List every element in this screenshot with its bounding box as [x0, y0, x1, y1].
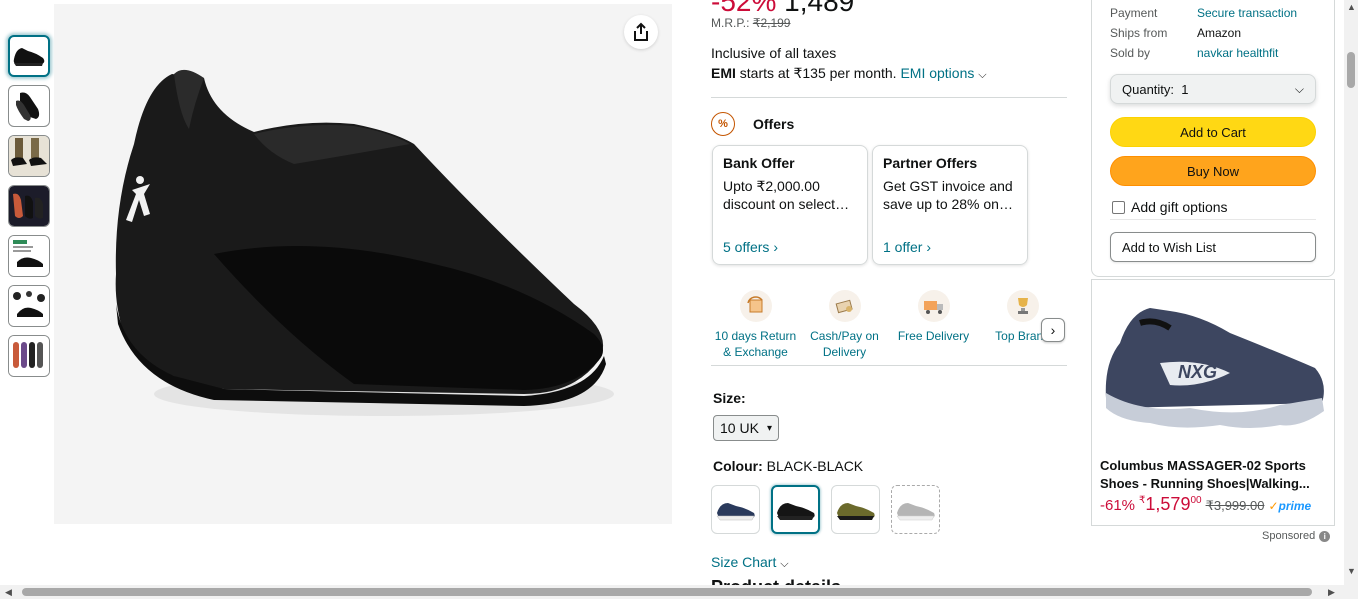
payment-row: Payment Secure transaction	[1110, 6, 1297, 20]
thumbnail-2[interactable]	[8, 85, 50, 127]
offers-title: Offers	[753, 116, 795, 132]
divider	[711, 365, 1067, 366]
features-next-button[interactable]: ›	[1041, 318, 1065, 342]
offer-card-desc: Get GST invoice and save up to 28% on…	[883, 178, 1013, 212]
chevron-down-icon: ▾	[766, 422, 772, 434]
ad-logo-text: NXG	[1178, 362, 1217, 382]
horizontal-scrollbar[interactable]: ◀ ▶	[0, 585, 1344, 599]
quantity-value: Quantity: 1	[1122, 81, 1189, 97]
feature-free-delivery[interactable]: Free Delivery	[889, 286, 978, 366]
add-to-cart-button[interactable]: Add to Cart	[1110, 117, 1316, 147]
share-icon	[634, 22, 648, 41]
chevron-right-icon: ›	[1050, 322, 1056, 338]
colour-value: BLACK-BLACK	[766, 458, 864, 474]
vertical-scrollbar[interactable]: ▲ ▼	[1344, 0, 1358, 599]
ad-product-image[interactable]: NXG	[1100, 288, 1328, 438]
scroll-left-icon[interactable]: ◀	[5, 587, 12, 598]
thumbnail-list	[8, 35, 52, 385]
ships-from-value: Amazon	[1197, 26, 1242, 40]
return-icon	[739, 290, 772, 322]
divider	[711, 97, 1067, 98]
ships-from-key: Ships from	[1110, 26, 1168, 40]
gift-checkbox[interactable]	[1112, 200, 1125, 214]
chevron-down-icon: ⌵	[978, 69, 987, 81]
ships-from-row: Ships from Amazon	[1110, 26, 1241, 40]
thumbnail-6[interactable]	[8, 285, 50, 327]
prime-check-icon: ✓	[1268, 499, 1279, 513]
thumbnail-7[interactable]	[8, 335, 50, 377]
colour-label: Colour: BLACK-BLACK	[713, 458, 863, 474]
offers-header: % Offers	[711, 112, 794, 136]
emi-info: EMI starts at ₹135 per month. EMI option…	[711, 65, 987, 82]
add-to-wish-list-button[interactable]: Add to Wish List	[1110, 232, 1316, 262]
prime-badge: ✓prime	[1268, 499, 1312, 513]
chevron-down-icon: ⌵	[1294, 81, 1304, 96]
delivery-truck-icon	[917, 290, 950, 322]
product-page: -52% 1,489 M.R.P.: ₹2,199 Inclusive of a…	[0, 0, 1358, 599]
feature-strip: 10 days Return & Exchange Cash/Pay on De…	[711, 286, 1067, 366]
scroll-down-icon[interactable]: ▼	[1347, 566, 1356, 576]
taxes-note: Inclusive of all taxes	[711, 45, 837, 61]
colour-key: Colour:	[713, 458, 763, 474]
thumbnail-3[interactable]	[8, 135, 50, 177]
ad-price-amount: ₹1,57900	[1139, 494, 1202, 514]
info-icon: i	[1319, 530, 1331, 542]
buy-now-button[interactable]: Buy Now	[1110, 156, 1316, 186]
offer-percent-icon: %	[711, 112, 735, 136]
thumbnail-5[interactable]	[8, 235, 50, 277]
mrp-label: M.R.P.:	[711, 16, 750, 30]
swatch-grey[interactable]	[891, 485, 940, 534]
gift-label: Add gift options	[1131, 199, 1228, 215]
secure-transaction-link[interactable]: Secure transaction	[1197, 6, 1297, 20]
thumbnail-4[interactable]	[8, 185, 50, 227]
swatch-black[interactable]	[771, 485, 820, 534]
offer-card-title: Bank Offer	[723, 155, 795, 171]
price-amount: 1,489	[784, 0, 855, 17]
thumbnail-1[interactable]	[8, 35, 50, 77]
share-button[interactable]	[624, 15, 658, 49]
offer-card-desc: Upto ₹2,000.00 discount on select…	[723, 178, 850, 212]
vertical-scroll-thumb[interactable]	[1347, 52, 1355, 88]
chevron-down-icon: ⌵	[780, 558, 789, 570]
discount-percent: -52%	[711, 0, 777, 17]
size-chart-link[interactable]: Size Chart ⌵	[711, 554, 789, 571]
divider	[1110, 219, 1316, 220]
mrp: M.R.P.: ₹2,199	[711, 16, 790, 30]
seller-link[interactable]: navkar healthfit	[1197, 46, 1278, 60]
scroll-right-icon[interactable]: ▶	[1328, 587, 1335, 598]
sold-by-key: Sold by	[1110, 46, 1151, 60]
swatch-olive[interactable]	[831, 485, 880, 534]
horizontal-scroll-thumb[interactable]	[22, 588, 1312, 596]
scroll-up-icon[interactable]: ▲	[1347, 2, 1356, 12]
cash-icon	[828, 290, 861, 322]
sponsored-label[interactable]: Sponsored i	[1262, 530, 1331, 542]
size-selected-value: 10 UK	[720, 420, 759, 436]
ad-original-price: ₹3,999.00	[1205, 498, 1265, 513]
size-select[interactable]: 10 UK ▾	[713, 415, 779, 441]
gift-options[interactable]: Add gift options	[1112, 199, 1228, 215]
emi-text: starts at ₹135 per month.	[739, 65, 897, 81]
payment-key: Payment	[1110, 6, 1158, 20]
mrp-value: ₹2,199	[752, 16, 791, 30]
main-product-image[interactable]	[54, 4, 672, 524]
feature-return[interactable]: 10 days Return & Exchange	[711, 286, 800, 366]
ad-title[interactable]: Columbus MASSAGER-02 Sports Shoes - Runn…	[1100, 457, 1330, 493]
offer-card-link[interactable]: 1 offer ›	[883, 239, 931, 255]
offer-card-title: Partner Offers	[883, 155, 978, 171]
emi-label: EMI	[711, 65, 736, 81]
offer-card-partner[interactable]: Partner Offers Get GST invoice and save …	[872, 145, 1028, 265]
ad-price: -61% ₹1,57900 ₹3,999.00 ✓prime	[1100, 494, 1311, 515]
trophy-icon	[1006, 290, 1039, 322]
ad-discount: -61%	[1100, 497, 1136, 514]
offer-card-link[interactable]: 5 offers ›	[723, 239, 778, 255]
quantity-select[interactable]: Quantity: 1 ⌵	[1110, 74, 1316, 104]
colour-swatches	[711, 485, 940, 534]
feature-cod[interactable]: Cash/Pay on Delivery	[800, 286, 889, 366]
emi-options-link[interactable]: EMI options ⌵	[900, 65, 986, 81]
sold-by-row: Sold by navkar healthfit	[1110, 46, 1278, 60]
swatch-navy[interactable]	[711, 485, 760, 534]
size-label: Size:	[713, 390, 746, 406]
sponsored-ad[interactable]: NXG Columbus MASSAGER-02 Sports Shoes - …	[1091, 279, 1335, 526]
offer-card-bank[interactable]: Bank Offer Upto ₹2,000.00 discount on se…	[712, 145, 868, 265]
